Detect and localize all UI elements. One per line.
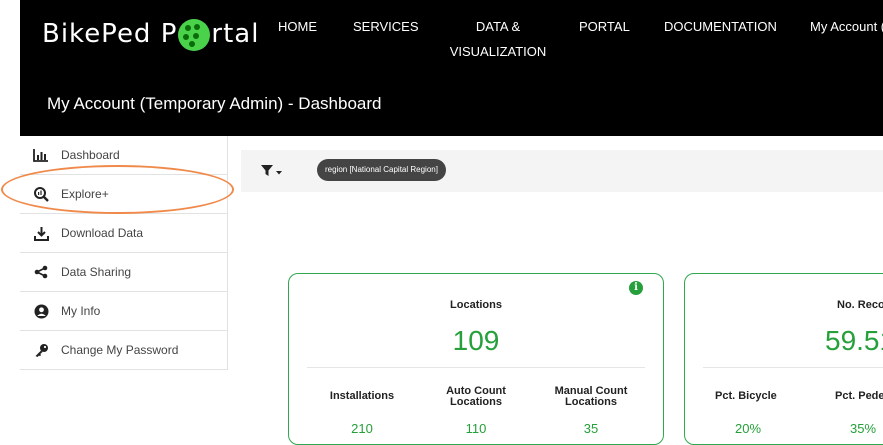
- sidebar-item-label: Data Sharing: [61, 265, 132, 279]
- card-divider: [307, 367, 645, 368]
- sidebar-item-data-sharing[interactable]: Data Sharing: [20, 253, 227, 292]
- bar-chart-icon: [33, 147, 49, 163]
- download-icon: [33, 225, 49, 241]
- nav-my-account[interactable]: My Account (: [810, 14, 883, 39]
- pct-bicycle-value: 20%: [735, 421, 762, 436]
- nav-data-visualization[interactable]: DATA & VISUALIZATION: [448, 14, 548, 64]
- card-value: 109: [452, 325, 500, 356]
- pct-bicycle-label: Pct. Bicycle: [715, 390, 777, 402]
- user-icon: [33, 303, 49, 319]
- records-card: No. Reco 59.51 Pct. Bicycle Pct. Pede 20…: [684, 273, 883, 445]
- sidebar-item-download-data[interactable]: Download Data: [20, 214, 227, 253]
- pct-pedestrian-label: Pct. Pede: [835, 390, 883, 402]
- pct-pedestrian-value: 35%: [850, 421, 877, 436]
- nav-documentation[interactable]: DOCUMENTATION: [664, 14, 777, 39]
- logo-text-start: BikePed P: [42, 19, 178, 49]
- sidebar-item-label: Download Data: [61, 226, 144, 240]
- card-value: 59.51: [825, 325, 883, 356]
- sidebar-item-change-password[interactable]: Change My Password: [20, 331, 227, 369]
- page-title: My Account (Temporary Admin) - Dashboard: [47, 94, 382, 113]
- sidebar-item-my-info[interactable]: My Info: [20, 292, 227, 331]
- auto-count-value: 110: [465, 421, 487, 436]
- card-title: No. Reco: [837, 299, 883, 311]
- auto-count-label: Auto Count Locations: [446, 385, 506, 408]
- sidebar-item-label: My Info: [61, 304, 101, 318]
- sidebar-item-label: Change My Password: [61, 343, 179, 357]
- manual-count-value: 35: [583, 421, 599, 436]
- top-header: BikePed P rtal HOME SERVICES DATA & VISU…: [20, 0, 883, 136]
- sidebar-item-label: Dashboard: [61, 148, 120, 162]
- nav-data-line1: DATA &: [475, 19, 521, 34]
- logo-text-end: rtal: [211, 19, 260, 49]
- nav-data-line2: VISUALIZATION: [449, 44, 547, 59]
- region-filter-chip[interactable]: region [National Capital Region]: [317, 159, 446, 181]
- search-chart-icon: [33, 186, 49, 202]
- installations-value: 210: [351, 421, 373, 436]
- sidebar-item-explore[interactable]: Explore+: [20, 175, 227, 214]
- sidebar-item-dashboard[interactable]: Dashboard: [20, 136, 227, 175]
- locations-card: i Locations 109 Installations Auto Count…: [288, 273, 664, 445]
- filter-dropdown-icon[interactable]: [261, 164, 283, 182]
- sidebar: Dashboard Explore+ Download Data Data Sh…: [20, 136, 228, 370]
- nav-portal[interactable]: PORTAL: [579, 14, 630, 39]
- nav-services[interactable]: SERVICES: [353, 14, 419, 39]
- manual-count-label: Manual Count Locations: [554, 385, 628, 408]
- logo-wheel-icon: [178, 19, 211, 51]
- card-title: Locations: [450, 299, 502, 311]
- sidebar-item-label: Explore+: [61, 187, 109, 201]
- filter-bar: region [National Capital Region]: [241, 150, 883, 192]
- site-logo[interactable]: BikePed P rtal: [42, 18, 260, 51]
- share-icon: [33, 264, 49, 280]
- installations-label: Installations: [329, 390, 395, 402]
- card-divider: [703, 367, 883, 368]
- key-icon: [33, 342, 49, 358]
- nav-home[interactable]: HOME: [278, 14, 317, 39]
- info-icon[interactable]: i: [629, 281, 643, 295]
